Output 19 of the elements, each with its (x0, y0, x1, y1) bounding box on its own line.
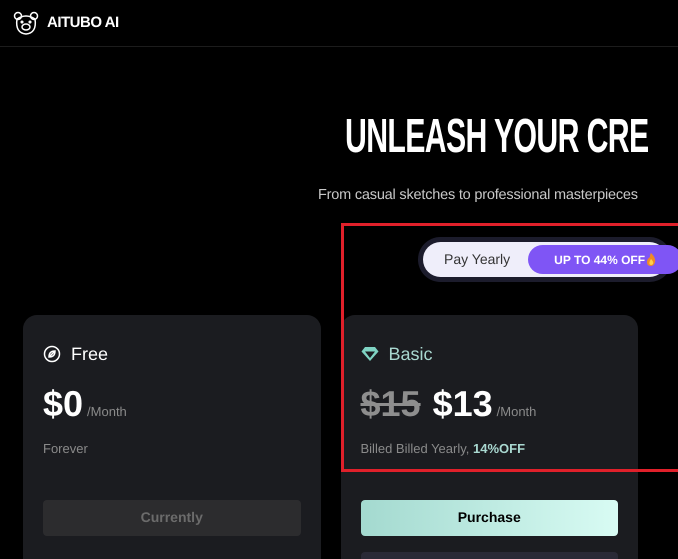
billing-option[interactable]: Pay Yearly (426, 245, 528, 274)
old-price: $15 (360, 384, 421, 424)
diamond-icon (360, 346, 378, 362)
plan-price: $13 (432, 384, 493, 424)
billing-note: Billed Billed Yearly, 14%OFF (360, 440, 526, 458)
brand-name: AITUBO AI (47, 12, 119, 33)
price-period: /Month (496, 402, 536, 420)
plan-name: Free (71, 342, 108, 366)
plan-price: $0 (43, 384, 84, 424)
hero-subtitle: From casual sketches to professional masterpieces (318, 186, 639, 205)
billing-option[interactable]: UP TO 44% OFF (528, 245, 678, 274)
plan-name: Basic (388, 342, 433, 366)
price-period: /Month (87, 402, 127, 420)
compass-icon (43, 345, 61, 363)
hero-title: UNLEASH YOUR CRE (345, 111, 649, 163)
billing-note: Forever (43, 440, 89, 458)
purchase-button[interactable]: Purchase (360, 500, 618, 536)
bear-logo-icon (13, 11, 39, 35)
flame-icon (646, 253, 656, 266)
